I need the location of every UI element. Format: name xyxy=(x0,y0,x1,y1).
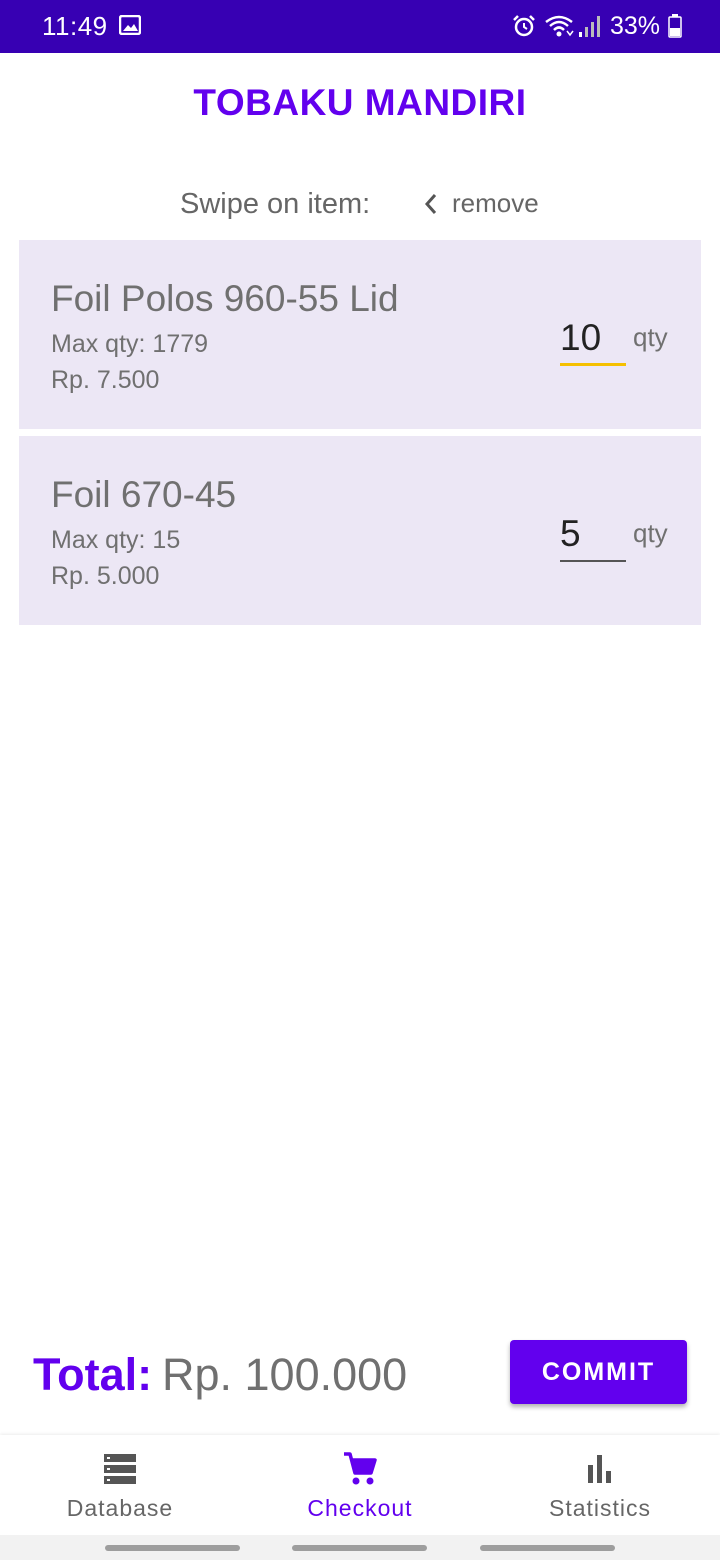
status-icons: 33% xyxy=(512,11,682,41)
alarm-icon xyxy=(513,15,535,37)
item-max-qty: Max qty: 1779 xyxy=(51,330,209,358)
total-label: Total: xyxy=(33,1349,153,1400)
swipe-hint-label: Swipe on item: xyxy=(180,188,371,220)
qty-suffix: qty xyxy=(633,518,668,548)
nav-item-statistics[interactable]: Statistics xyxy=(480,1435,720,1535)
battery-percent: 33% xyxy=(609,12,660,40)
cart-list: Foil Polos 960-55 Lid Max qty: 1779 Rp. … xyxy=(19,240,701,632)
cart-item[interactable]: Foil 670-45 Max qty: 15 Rp. 5.000 qty xyxy=(19,436,701,625)
battery-icon xyxy=(668,14,682,38)
cart-icon xyxy=(344,1452,377,1485)
item-price: Rp. 7.500 xyxy=(51,366,160,394)
item-max-qty: Max qty: 15 xyxy=(51,526,181,554)
bar-chart-icon xyxy=(588,1455,611,1483)
gesture-handle[interactable] xyxy=(105,1545,240,1551)
signal-icon xyxy=(578,16,600,37)
gesture-handle[interactable] xyxy=(292,1545,427,1551)
total-value: Rp. 100.000 xyxy=(162,1349,408,1400)
swipe-hint-action: remove xyxy=(452,188,539,218)
nav-label: Database xyxy=(66,1495,174,1521)
status-time: 11:49 xyxy=(42,11,108,41)
bottom-nav: Database Checkout Statistics xyxy=(0,1435,720,1535)
item-price: Rp. 5.000 xyxy=(51,562,160,590)
gesture-bar xyxy=(0,1535,720,1560)
qty-input[interactable] xyxy=(560,508,626,562)
image-icon xyxy=(119,15,141,35)
swipe-hint: Swipe on item: remove xyxy=(0,188,720,228)
checkout-screen: 11:49 33% TOBAKU MANDIRI Swipe on item: … xyxy=(0,0,720,1560)
nav-label: Statistics xyxy=(548,1495,652,1521)
status-bar: 11:49 33% xyxy=(0,0,720,53)
wifi-icon xyxy=(545,15,574,37)
qty-input[interactable] xyxy=(560,312,626,366)
app-title: TOBAKU MANDIRI xyxy=(193,82,527,123)
item-name: Foil 670-45 xyxy=(51,474,237,515)
cart-item[interactable]: Foil Polos 960-55 Lid Max qty: 1779 Rp. … xyxy=(19,240,701,429)
qty-suffix: qty xyxy=(633,322,668,352)
total-row: Total: Rp. 100.000 COMMIT xyxy=(0,1338,720,1408)
nav-item-checkout[interactable]: Checkout xyxy=(240,1435,480,1535)
database-icon xyxy=(104,1454,136,1484)
nav-label: Checkout xyxy=(307,1495,413,1521)
item-name: Foil Polos 960-55 Lid xyxy=(51,278,399,319)
nav-item-database[interactable]: Database xyxy=(0,1435,240,1535)
gesture-handle[interactable] xyxy=(480,1545,615,1551)
commit-button[interactable]: COMMIT xyxy=(510,1340,687,1404)
chevron-left-icon xyxy=(424,194,437,214)
